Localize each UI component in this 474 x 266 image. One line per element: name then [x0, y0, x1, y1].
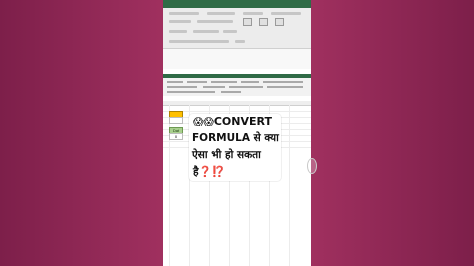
caption-box: 😱😱CONVERT FORMULA से क्या ऐसा भी हो सकता…	[189, 114, 281, 181]
background-right	[311, 0, 474, 266]
caption-line-2: FORMULA से क्या	[192, 132, 279, 144]
ribbon-row	[241, 81, 259, 83]
caption-line-1: 😱😱CONVERT	[193, 115, 272, 128]
ribbon-row	[169, 12, 199, 15]
ribbon-row	[169, 20, 191, 23]
ribbon-row	[207, 12, 235, 15]
empty-cell[interactable]	[169, 117, 183, 124]
excel-ribbon-mini	[163, 78, 311, 97]
ribbon-button-icon[interactable]	[243, 18, 252, 26]
excel-formula-area	[163, 48, 311, 69]
shocked-emoji-icon: 😱😱	[193, 117, 214, 128]
background-left	[0, 0, 163, 266]
question-marks-icon: ❓⁉️	[198, 166, 225, 178]
excel-title-bar	[163, 0, 311, 8]
caption-line-4: है❓⁉️	[193, 165, 225, 179]
ribbon-row	[223, 30, 237, 33]
ribbon-row	[229, 86, 263, 88]
ribbon-button-icon[interactable]	[275, 18, 284, 26]
grid-line	[163, 111, 311, 112]
excel-ribbon	[163, 8, 311, 48]
ribbon-row	[263, 81, 303, 83]
ribbon-row	[271, 12, 301, 15]
ribbon-row	[267, 86, 303, 88]
value-cell[interactable]: 0	[169, 133, 183, 140]
excel-window-top	[163, 0, 311, 69]
caption-line-3: ऐसा भी हो सकता	[192, 149, 261, 161]
caption-word-convert: CONVERT	[213, 115, 272, 128]
ribbon-row	[203, 86, 225, 88]
ribbon-row	[167, 86, 197, 88]
ribbon-row	[243, 12, 263, 15]
ribbon-row	[221, 91, 241, 93]
ribbon-row	[235, 40, 245, 43]
ribbon-row	[211, 81, 237, 83]
scroll-indicator	[307, 158, 317, 174]
ribbon-row	[167, 91, 215, 93]
ribbon-row	[167, 81, 183, 83]
ribbon-row	[187, 81, 207, 83]
ribbon-button-icon[interactable]	[259, 18, 268, 26]
ribbon-row	[193, 30, 219, 33]
ribbon-row	[169, 30, 187, 33]
ribbon-row	[169, 40, 229, 43]
ribbon-row	[197, 20, 233, 23]
